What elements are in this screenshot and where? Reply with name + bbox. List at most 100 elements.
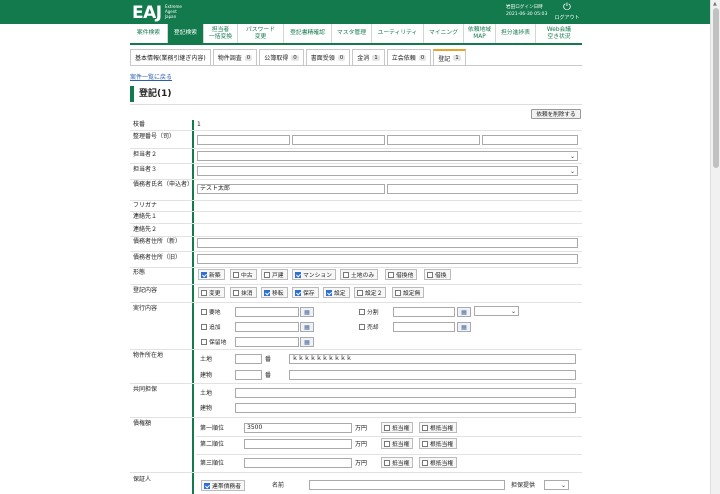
seiri-input-1[interactable]	[197, 135, 290, 145]
logout-button[interactable]: ⏻ ログアウト	[554, 2, 580, 21]
tab-touki[interactable]: 登記 1	[433, 49, 466, 65]
jusho-old-input[interactable]	[197, 254, 578, 264]
back-to-list-link[interactable]: 案件一覧に戻る	[130, 72, 172, 81]
nav-touki-search[interactable]: 登記検索	[168, 24, 204, 43]
label-saimusha: 債務者氏名（申込者）	[133, 181, 194, 188]
chevron-down-icon: ⌄	[569, 168, 575, 175]
baikyaku-date-input[interactable]	[393, 322, 455, 332]
keitai-option-1[interactable]: 中古	[230, 269, 257, 280]
bunkatsu-date-input[interactable]	[393, 307, 455, 317]
touki-option-3[interactable]: 保存	[292, 287, 319, 298]
rank1-teitou-checkbox[interactable]: 抵当権	[381, 422, 414, 433]
login-info: 岩田ログイン日時 2021-06-30 05:03	[506, 5, 548, 17]
nav-tanto-henkan[interactable]: 担当者 一括変換	[204, 24, 238, 43]
page-scrollbar[interactable]: ▲	[710, 0, 720, 494]
tatemono-chiban-input[interactable]	[289, 370, 576, 380]
tanpo-select[interactable]: ⌄	[544, 480, 569, 490]
power-icon: ⏻	[563, 2, 571, 13]
label-jusho-old: 債務者住所（旧）	[133, 254, 182, 261]
nav-touki-check[interactable]: 登記書精確認	[284, 24, 332, 43]
nav-divider	[130, 43, 582, 45]
tanto3-select[interactable]: ⌄	[197, 166, 578, 176]
saiken3-input[interactable]	[244, 458, 352, 468]
calendar-icon[interactable]: ▦	[300, 337, 314, 347]
bunkatsu-checkbox[interactable]: 分割	[359, 307, 379, 316]
hokanchi-checkbox[interactable]: 保留地	[201, 337, 226, 346]
touki-option-6[interactable]: 設定無	[392, 287, 425, 298]
tatemono-label: 建物	[200, 372, 213, 379]
app-logo[interactable]: EAJ	[132, 3, 162, 23]
tab-kihon[interactable]: 基本情報(業務引継ぎ内容)	[130, 49, 211, 65]
touki-option-5[interactable]: 設定２	[354, 287, 387, 298]
jusho-new-input[interactable]	[197, 238, 578, 248]
delete-request-button[interactable]: 依頼を削除する	[531, 109, 581, 119]
tsuika-checkbox[interactable]: 追加	[201, 322, 221, 331]
edaban-value: 1	[197, 121, 201, 128]
app-header: EAJ Extreme Agent Japan 岩田ログイン日時 2021-06…	[0, 0, 710, 24]
nav-password-change[interactable]: パスワード 変更	[238, 24, 284, 43]
youchi-checkbox[interactable]: 要地	[201, 307, 221, 316]
bunkatsu-select[interactable]: ⌄	[474, 306, 519, 316]
tab-kinshou[interactable]: 金消 1	[352, 49, 385, 65]
nav-mining[interactable]: マイニング	[424, 24, 464, 43]
baikyaku-checkbox[interactable]: 売却	[359, 322, 379, 331]
saiken1-input[interactable]: 3500	[244, 423, 352, 433]
saimusha-name-input-2[interactable]	[387, 184, 578, 194]
seiri-input-3[interactable]	[387, 135, 480, 145]
rentai-checkbox[interactable]: 連帯債務者	[201, 480, 245, 491]
rank2-teitou-checkbox[interactable]: 抵当権	[381, 438, 414, 449]
logo-subtext: Extreme Agent Japan	[165, 4, 182, 19]
kyoudou-tochi-label: 土地	[200, 390, 213, 397]
seiri-input-2[interactable]	[292, 135, 385, 145]
rank3-teitou-checkbox[interactable]: 抵当権	[381, 457, 414, 468]
hoshounin-name-input[interactable]	[309, 480, 505, 490]
tochi-chiban-input[interactable]: ｋｋｋｋｋｋｋｋｋｋ	[289, 354, 576, 364]
saiken2-input[interactable]	[244, 439, 352, 449]
tab-koubo[interactable]: 公簿取得 0	[259, 49, 304, 65]
calendar-icon[interactable]: ▦	[457, 307, 471, 317]
hokanchi-date-input[interactable]	[235, 337, 299, 347]
section-title: 登記(1)	[130, 86, 582, 102]
tab-bukken[interactable]: 物件調査 0	[212, 49, 258, 65]
touki-option-0[interactable]: 変更	[198, 287, 225, 298]
rank3-neteitou-checkbox[interactable]: 根抵当権	[419, 457, 458, 468]
tochi-number-input[interactable]	[235, 354, 262, 364]
kyoudou-tatemono-input[interactable]	[235, 403, 576, 413]
keitai-option-4[interactable]: 土地のみ	[340, 269, 379, 280]
youchi-date-input[interactable]	[235, 307, 299, 317]
tab-shomen[interactable]: 書面受領 0	[305, 49, 351, 65]
nav-master[interactable]: マスタ管理	[332, 24, 372, 43]
nav-utility[interactable]: ユーティリティ	[372, 24, 424, 43]
keitai-option-2[interactable]: 戸建	[261, 269, 288, 280]
calendar-icon[interactable]: ▦	[300, 322, 314, 332]
calendar-icon[interactable]: ▦	[457, 322, 471, 332]
chevron-down-icon: ⌄	[510, 308, 516, 315]
tab-bar: 基本情報(業務引継ぎ内容) 物件調査 0 公簿取得 0 書面受領 0 金消 1 立会依頼…	[130, 49, 468, 65]
nav-anken-search[interactable]: 案件検索	[130, 24, 168, 43]
calendar-icon[interactable]: ▦	[300, 307, 314, 317]
keitai-option-6[interactable]: 借換	[424, 269, 451, 280]
keitai-option-3[interactable]: マンション	[292, 269, 336, 280]
seiri-input-4[interactable]	[482, 135, 578, 145]
scroll-thumb[interactable]	[713, 8, 719, 168]
chevron-down-icon: ⌄	[569, 153, 575, 160]
nav-region-map[interactable]: 依頼地域 MAP	[464, 24, 496, 43]
label-edaban: 枝番	[133, 121, 146, 128]
kyoudou-tochi-input[interactable]	[235, 388, 576, 398]
nav-progress[interactable]: 担分進捗表	[496, 24, 536, 43]
keitai-option-5[interactable]: 借換他	[385, 269, 418, 280]
tab-tachiai[interactable]: 立会依頼 0	[386, 49, 432, 65]
rank1-neteitou-checkbox[interactable]: 根抵当権	[419, 422, 458, 433]
keitai-option-0[interactable]: 新築	[198, 269, 225, 280]
saimusha-name-input[interactable]: テスト太郎	[197, 184, 385, 194]
nav-web-meeting[interactable]: Web会議 空き状況	[536, 24, 582, 43]
tatemono-number-input[interactable]	[235, 370, 262, 380]
tanto2-select[interactable]: ⌄	[197, 151, 578, 161]
touki-option-4[interactable]: 設定	[323, 287, 350, 298]
scroll-up-icon[interactable]: ▲	[713, 1, 717, 7]
tsuika-date-input[interactable]	[235, 322, 299, 332]
kyoudou-tatemono-label: 建物	[200, 405, 213, 412]
touki-option-2[interactable]: 移転	[261, 287, 288, 298]
touki-option-1[interactable]: 抹消	[230, 287, 257, 298]
rank2-neteitou-checkbox[interactable]: 根抵当権	[419, 438, 458, 449]
